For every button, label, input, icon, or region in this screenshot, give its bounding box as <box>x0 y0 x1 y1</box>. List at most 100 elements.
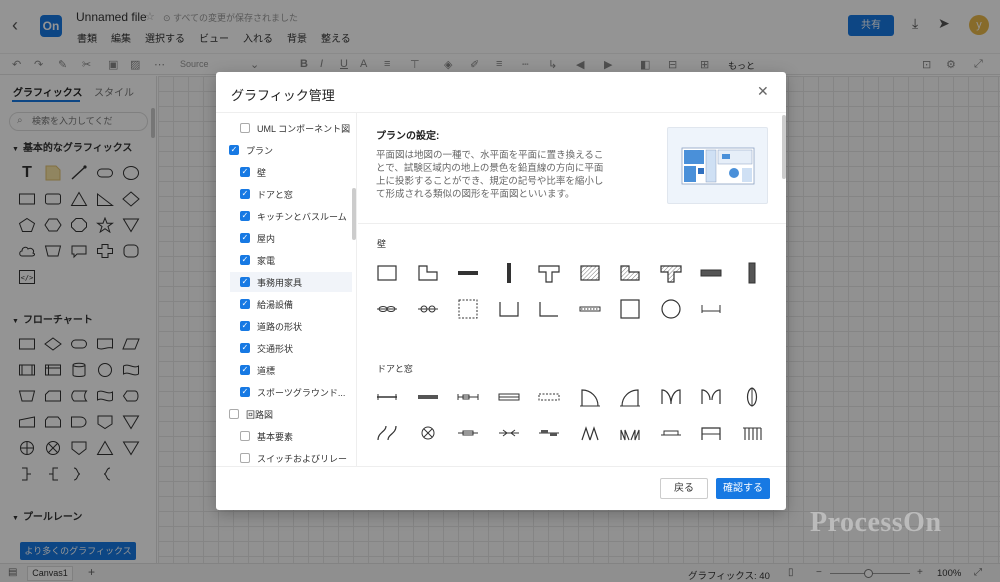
checkbox-checked[interactable]: ✓ <box>240 255 250 265</box>
tree-item-label: 事務用家具 <box>257 277 303 288</box>
divider <box>216 466 786 467</box>
watermark-logo: ProcessOn <box>810 507 942 538</box>
tree-item-label: 交通形状 <box>257 343 294 354</box>
checkbox-checked[interactable]: ✓ <box>240 189 250 199</box>
tree-item-road-shape[interactable]: ✓ 道路の形状 <box>240 316 302 336</box>
window-solid-icon <box>417 379 458 415</box>
dialog-title: グラフィック管理 <box>231 88 335 103</box>
door-round-icon <box>417 415 458 451</box>
checkbox-checked[interactable]: ✓ <box>240 387 250 397</box>
checkbox[interactable] <box>240 431 250 441</box>
plan-description: 平面図は地図の一種で、水平面を平面に置き換えることで、試験区域内の地上の景色を鉛… <box>376 150 604 200</box>
wall-vertical-icon <box>498 255 539 291</box>
window-offset-icon <box>538 415 579 451</box>
tree-item-label: キッチンとバスルーム <box>257 211 347 222</box>
wall-square-icon <box>619 291 660 327</box>
tree-item-label: 屋内 <box>257 233 276 244</box>
wall-dotted-icon <box>579 291 620 327</box>
window-bay-icon <box>660 415 701 451</box>
tree-scrollbar[interactable] <box>352 188 356 240</box>
graphics-manager-dialog: グラフィック管理 ✕ UML コンポーネント図 ✓ プラン ✓ 壁 ✓ ドアと窓 ✓ キ… <box>216 72 786 510</box>
wall-u-icon <box>498 291 539 327</box>
checkbox-checked[interactable]: ✓ <box>240 365 250 375</box>
checkbox-checked[interactable]: ✓ <box>240 343 250 353</box>
window-dashed-icon <box>538 379 579 415</box>
tree-item-office-furniture[interactable]: ✓ 事務用家具 <box>230 272 352 292</box>
tree-item-label: UML コンポーネント図 <box>257 123 351 134</box>
window-slide-icon <box>457 415 498 451</box>
door-arc-icon <box>579 379 620 415</box>
wall-dashed-room-icon <box>457 291 498 327</box>
tree-item-label: 道路の形状 <box>257 321 303 332</box>
tree-item-traffic-shape[interactable]: ✓ 交通形状 <box>240 338 293 358</box>
plan-title: プランの設定: <box>376 131 440 142</box>
wall-thick-horizontal-icon <box>700 255 741 291</box>
checkbox-checked[interactable]: ✓ <box>240 233 250 243</box>
tree-item-plan[interactable]: ✓ プラン <box>229 140 273 160</box>
preview-scrollbar[interactable] <box>782 115 786 179</box>
close-icon[interactable]: ✕ <box>757 84 769 98</box>
tree-item-label: スイッチおよびリレー <box>257 453 348 464</box>
door-window-shape-grid <box>376 379 781 451</box>
tree-item-road-sign[interactable]: ✓ 道標 <box>240 360 275 380</box>
library-tree: UML コンポーネント図 ✓ プラン ✓ 壁 ✓ ドアと窓 ✓ キッチンとバスルーム ✓… <box>216 113 357 466</box>
wall-room-icon <box>376 255 417 291</box>
tree-item-water-heating[interactable]: ✓ 給湯設備 <box>240 294 293 314</box>
wall-horizontal-icon <box>457 255 498 291</box>
wall-l-room-icon <box>417 255 458 291</box>
tree-item-basic-elements[interactable]: 基本要素 <box>240 426 293 446</box>
checkbox-checked[interactable]: ✓ <box>240 299 250 309</box>
tree-item-wall[interactable]: ✓ 壁 <box>240 162 266 182</box>
group-label-wall: 壁 <box>377 239 387 249</box>
checkbox-checked[interactable]: ✓ <box>229 145 239 155</box>
checkbox[interactable] <box>240 453 250 463</box>
divider <box>358 223 786 224</box>
checkbox-checked[interactable]: ✓ <box>240 211 250 221</box>
tree-item-switch-relay[interactable]: スイッチおよびリレー <box>240 448 347 466</box>
door-pivot-icon <box>741 379 782 415</box>
checkbox[interactable] <box>240 123 250 133</box>
tree-item-label: 基本要素 <box>257 431 294 442</box>
floor-plan-thumbnail <box>667 127 768 204</box>
tree-item-kitchen-bath[interactable]: ✓ キッチンとバスルーム <box>240 206 347 226</box>
tree-item-label: 回路図 <box>246 409 274 420</box>
wall-hatched-l-icon <box>619 255 660 291</box>
tree-item-circuit[interactable]: 回路図 <box>229 404 273 424</box>
door-s-curve-icon <box>376 415 417 451</box>
wall-shape-grid <box>376 255 781 327</box>
tree-item-label: 道標 <box>257 365 276 376</box>
window-slide-2-icon <box>498 415 539 451</box>
tree-item-label: ドアと窓 <box>257 189 293 200</box>
tree-item-indoor[interactable]: ✓ 屋内 <box>240 228 275 248</box>
wall-corner-icon <box>538 291 579 327</box>
window-sash-icon <box>457 379 498 415</box>
wall-circle-icon <box>660 291 701 327</box>
tree-item-uml-component[interactable]: UML コンポーネント図 <box>240 118 350 138</box>
door-fold-2-icon <box>619 415 660 451</box>
tree-item-appliances[interactable]: ✓ 家電 <box>240 250 275 270</box>
door-opening-icon <box>700 415 741 451</box>
wall-t-icon <box>538 255 579 291</box>
back-button[interactable]: 戻る <box>660 478 708 499</box>
wall-chain-icon <box>376 291 417 327</box>
tree-item-label: 家電 <box>257 255 276 266</box>
tree-item-sports-ground[interactable]: ✓ スポーツグラウンド... <box>240 382 345 402</box>
door-arc-reverse-icon <box>619 379 660 415</box>
checkbox-checked[interactable]: ✓ <box>240 321 250 331</box>
tree-item-label: 給湯設備 <box>257 299 294 310</box>
tree-item-label: スポーツグラウンド... <box>257 387 346 398</box>
wall-hatched-t-icon <box>659 255 701 291</box>
tree-item-door-window[interactable]: ✓ ドアと窓 <box>240 184 293 204</box>
wall-thick-vertical-icon <box>741 255 782 291</box>
gate-icon <box>741 415 782 451</box>
checkbox-checked[interactable]: ✓ <box>240 277 250 287</box>
group-label-door-window: ドアと窓 <box>377 364 413 374</box>
wall-hatched-room-icon <box>579 255 620 291</box>
library-preview: プランの設定: 平面図は地図の一種で、水平面を平面に置き換えることで、試験区域内… <box>358 113 786 466</box>
window-double-icon <box>498 379 539 415</box>
checkbox-checked[interactable]: ✓ <box>240 167 250 177</box>
confirm-button[interactable]: 確認する <box>716 478 770 499</box>
door-double-arc-icon <box>660 379 701 415</box>
checkbox[interactable] <box>229 409 239 419</box>
tree-item-label: 壁 <box>257 167 267 178</box>
